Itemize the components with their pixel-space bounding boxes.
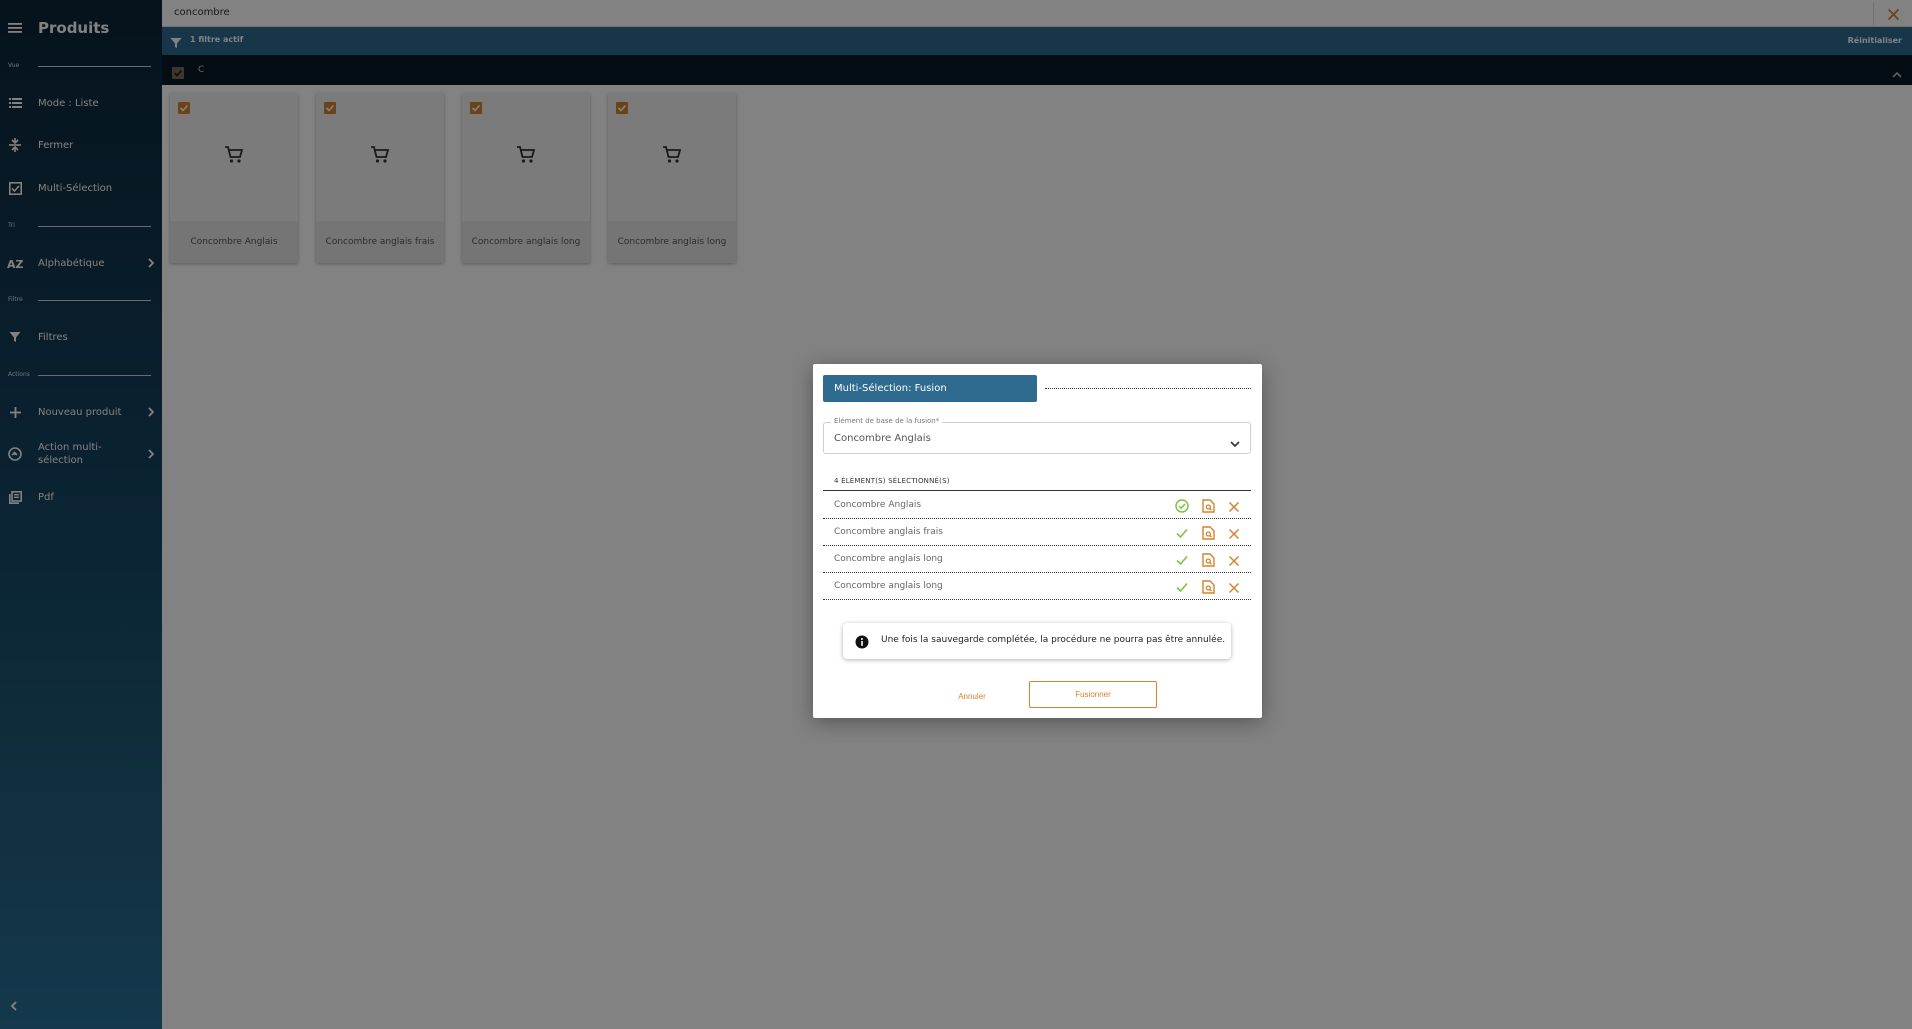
view-document-icon[interactable] (1202, 579, 1215, 598)
view-document-icon[interactable] (1202, 552, 1215, 571)
selected-row: Concombre Anglais (823, 492, 1251, 519)
cancel-button[interactable]: Annuler (937, 687, 1007, 705)
merge-base-select[interactable]: Elément de base de la fusion* Concombre … (823, 417, 1251, 454)
selected-count-header: 4 ÉLÉMENT(S) SÉLECTIONNÉ(S) (823, 477, 1251, 491)
remove-icon[interactable] (1228, 525, 1240, 544)
merge-dialog: Multi-Sélection: Fusion Elément de base … (813, 364, 1262, 718)
remove-icon[interactable] (1228, 552, 1240, 571)
info-icon (855, 634, 869, 653)
dialog-title-divider (1045, 388, 1251, 389)
warning-notice: Une fois la sauvegarde complétée, la pro… (843, 623, 1231, 659)
warning-text: Une fois la sauvegarde complétée, la pro… (881, 635, 1226, 645)
check-icon[interactable] (1175, 552, 1189, 571)
selected-row: Concombre anglais frais (823, 519, 1251, 546)
check-circle-icon[interactable] (1175, 498, 1189, 517)
selected-item-name: Concombre Anglais (834, 500, 922, 510)
chevron-down-icon (1230, 433, 1240, 452)
selected-item-name: Concombre anglais frais (834, 527, 943, 537)
view-document-icon[interactable] (1202, 498, 1215, 517)
remove-icon[interactable] (1228, 579, 1240, 598)
merge-base-label: Elément de base de la fusion* (831, 417, 943, 425)
dialog-title: Multi-Sélection: Fusion (823, 375, 1037, 402)
remove-icon[interactable] (1228, 498, 1240, 517)
view-document-icon[interactable] (1202, 525, 1215, 544)
check-icon[interactable] (1175, 579, 1189, 598)
merge-button[interactable]: Fusionner (1029, 681, 1157, 708)
selected-row: Concombre anglais long (823, 546, 1251, 573)
selected-item-name: Concombre anglais long (834, 554, 943, 564)
check-icon[interactable] (1175, 525, 1189, 544)
selected-row: Concombre anglais long (823, 573, 1251, 600)
merge-base-value: Concombre Anglais (834, 433, 931, 444)
selected-item-name: Concombre anglais long (834, 581, 943, 591)
